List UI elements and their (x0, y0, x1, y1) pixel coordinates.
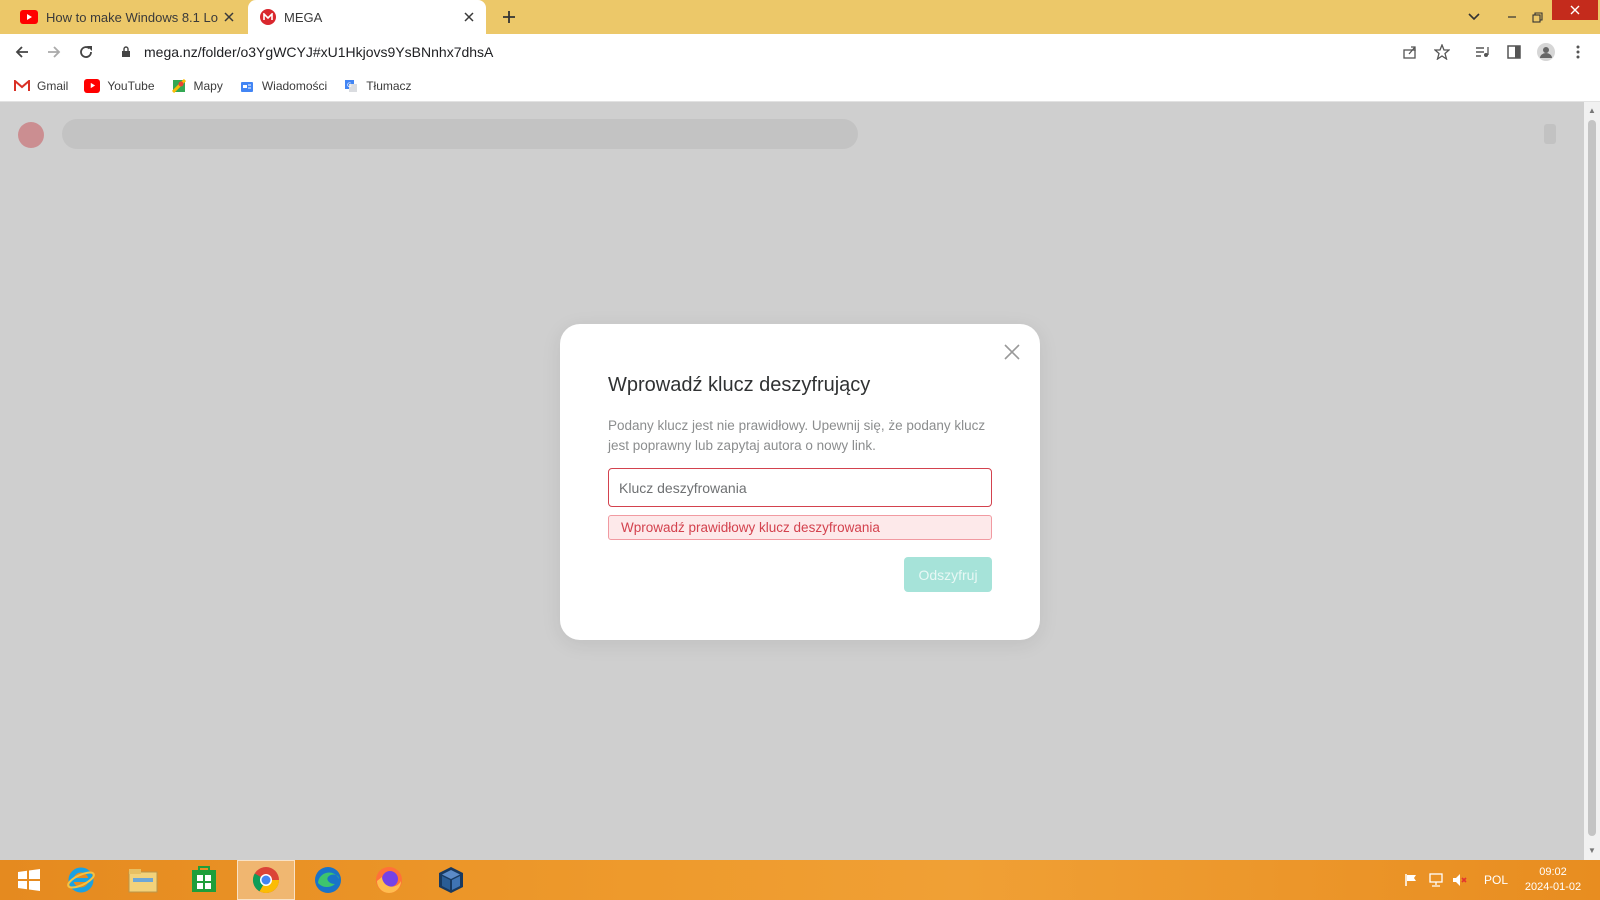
side-panel-icon[interactable] (1502, 40, 1526, 64)
bookmark-star-icon[interactable] (1430, 40, 1454, 64)
vertical-scrollbar[interactable]: ▲ ▼ (1584, 102, 1600, 860)
chrome-icon (252, 867, 280, 894)
clock-date: 2024-01-02 (1524, 881, 1582, 893)
scrollbar-thumb[interactable] (1588, 120, 1596, 836)
file-explorer-icon (128, 869, 158, 893)
decrypt-button[interactable]: Odszyfruj (904, 557, 992, 592)
more-menu-icon[interactable] (1566, 40, 1590, 64)
error-message: Wprowadź prawidłowy klucz deszyfrowania (608, 515, 992, 540)
news-icon (239, 79, 255, 93)
tab-close-icon[interactable] (218, 6, 240, 28)
youtube-icon (84, 78, 101, 93)
firefox-icon (376, 867, 402, 893)
bookmark-translate[interactable]: G Tłumacz (343, 78, 412, 93)
address-bar[interactable]: mega.nz/folder/o3YgWCYJ#xU1Hkjovs9YsBNnh… (110, 38, 1480, 66)
browser-toolbar: mega.nz/folder/o3YgWCYJ#xU1Hkjovs9YsBNnh… (0, 34, 1600, 70)
bookmark-maps[interactable]: Mapy (171, 78, 223, 93)
back-button[interactable] (10, 40, 34, 64)
bookmark-label: Wiadomości (261, 78, 328, 93)
restore-button[interactable] (1518, 0, 1556, 34)
bookmark-label: YouTube (107, 78, 155, 93)
tab-title: How to make Windows 8.1 Look (46, 9, 218, 25)
action-center-flag-icon[interactable] (1404, 860, 1418, 900)
page-search-bar (62, 119, 858, 149)
reload-button[interactable] (74, 40, 98, 64)
decryption-key-input[interactable] (608, 468, 992, 507)
language-indicator[interactable]: POL (1484, 860, 1508, 900)
volume-muted-icon[interactable] (1452, 860, 1468, 900)
url-text[interactable]: mega.nz/folder/o3YgWCYJ#xU1Hkjovs9YsBNnh… (144, 44, 493, 60)
taskbar: POL 09:02 2024-01-02 (0, 860, 1600, 900)
tab-mega[interactable]: MEGA (248, 0, 486, 34)
youtube-icon (20, 10, 38, 24)
bookmark-label: Mapy (193, 78, 223, 93)
mega-logo-icon (18, 122, 44, 148)
network-icon[interactable] (1428, 860, 1444, 900)
edge-icon (315, 867, 341, 893)
bookmarks-bar: Gmail YouTube Mapy Wiadomości G Tłumacz (0, 70, 1600, 102)
gmail-icon (14, 79, 30, 93)
media-control-icon[interactable] (1470, 40, 1494, 64)
svg-text:G: G (347, 82, 352, 89)
scroll-down-icon[interactable]: ▼ (1587, 846, 1597, 856)
new-tab-button[interactable] (498, 6, 520, 28)
bookmark-gmail[interactable]: Gmail (14, 79, 68, 93)
taskbar-file-explorer[interactable] (114, 860, 172, 900)
translate-icon: G (343, 79, 359, 93)
dialog-description: Podany klucz jest nie prawidłowy. Upewni… (608, 418, 986, 453)
decryption-key-dialog: Wprowadź klucz deszyfrujący Podany klucz… (560, 324, 1040, 640)
tab-search-chevron-down-icon[interactable] (1454, 0, 1494, 34)
close-window-button[interactable] (1552, 0, 1598, 20)
taskbar-edge[interactable] (299, 860, 357, 900)
mega-icon (260, 9, 276, 25)
maps-icon (171, 78, 187, 93)
clock-time: 09:02 (1539, 866, 1567, 878)
dialog-close-icon[interactable] (1002, 342, 1022, 362)
bookmark-label: Tłumacz (366, 78, 412, 93)
taskbar-firefox[interactable] (360, 860, 418, 900)
virtualbox-icon (439, 867, 463, 893)
dialog-title: Wprowadź klucz deszyfrujący (608, 374, 871, 396)
system-clock[interactable]: 09:02 2024-01-02 (1518, 865, 1588, 895)
taskbar-chrome[interactable] (237, 860, 295, 900)
start-button[interactable] (0, 860, 58, 900)
scroll-up-icon[interactable]: ▲ (1587, 106, 1597, 116)
lock-icon[interactable] (116, 42, 136, 62)
bookmark-label: Gmail (37, 78, 69, 93)
tab-close-icon[interactable] (458, 6, 480, 28)
bookmark-youtube[interactable]: YouTube (84, 78, 155, 93)
tab-title: MEGA (284, 9, 323, 25)
start-icon (18, 869, 40, 891)
page-menu-icon (1544, 124, 1556, 144)
taskbar-store[interactable] (175, 860, 233, 900)
store-icon (192, 866, 216, 892)
bookmark-news[interactable]: Wiadomości (239, 79, 327, 93)
forward-button[interactable] (42, 40, 66, 64)
tab-youtube[interactable]: How to make Windows 8.1 Look (8, 0, 246, 34)
tab-strip: How to make Windows 8.1 Look MEGA (0, 0, 1600, 34)
profile-avatar-icon[interactable] (1534, 40, 1558, 64)
internet-explorer-icon (67, 867, 95, 893)
share-icon[interactable] (1398, 40, 1422, 64)
taskbar-internet-explorer[interactable] (52, 860, 110, 900)
taskbar-virtualbox[interactable] (422, 860, 480, 900)
